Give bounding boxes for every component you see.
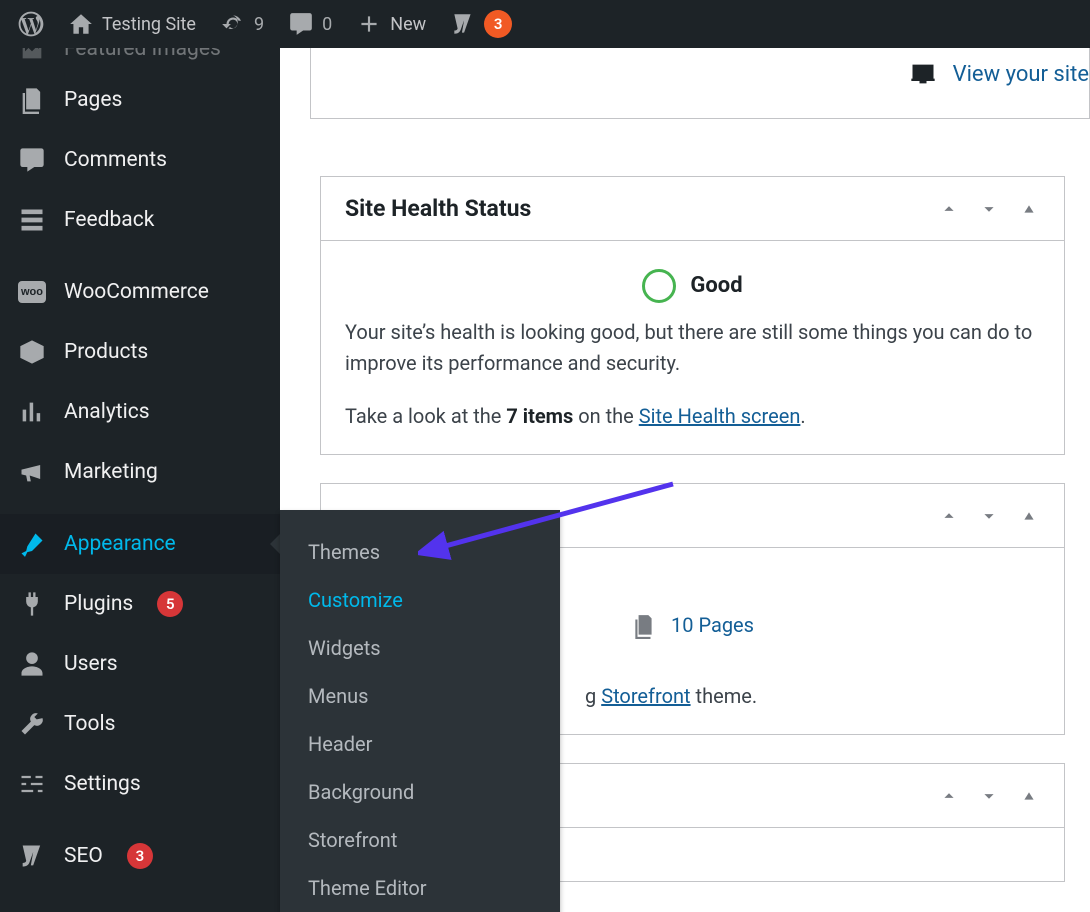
sidebar-item-seo[interactable]: SEO 3: [0, 826, 280, 886]
sidebar-item-marketing[interactable]: Marketing: [0, 442, 280, 502]
woocommerce-icon: woo: [18, 278, 46, 306]
sidebar-label: Settings: [64, 772, 141, 796]
panel-body: Good Your site’s health is looking good,…: [321, 241, 1064, 454]
submenu-widgets[interactable]: Widgets: [280, 624, 560, 672]
pages-icon: [18, 86, 46, 114]
sidebar-label: SEO: [64, 844, 103, 868]
chevron-down-icon[interactable]: [978, 505, 1000, 527]
submenu-menus[interactable]: Menus: [280, 672, 560, 720]
theme-link[interactable]: Storefront: [601, 684, 690, 708]
brush-icon: [18, 530, 46, 558]
sidebar-label: Products: [64, 340, 148, 364]
panel-header[interactable]: Site Health Status: [321, 177, 1064, 241]
triangle-up-icon[interactable]: [1018, 785, 1040, 807]
comments-button[interactable]: 0: [276, 0, 344, 48]
yoast-count: 3: [484, 10, 512, 38]
sidebar-item-woocommerce[interactable]: woo WooCommerce: [0, 262, 280, 322]
site-name: Testing Site: [102, 14, 196, 35]
sidebar-item-settings[interactable]: Settings: [0, 754, 280, 814]
new-content-button[interactable]: New: [344, 0, 438, 48]
form-icon: [18, 206, 46, 234]
site-health-panel: Site Health Status Good Your site’s heal…: [320, 176, 1065, 455]
comments-count: 0: [322, 14, 332, 35]
submenu-storefront[interactable]: Storefront: [280, 816, 560, 864]
submenu-theme-editor[interactable]: Theme Editor: [280, 864, 560, 912]
plugins-count-badge: 5: [157, 591, 183, 617]
megaphone-icon: [18, 458, 46, 486]
plug-icon: [18, 590, 46, 618]
updates-button[interactable]: 9: [208, 0, 276, 48]
sidebar-label: Pages: [64, 88, 122, 112]
sidebar-item-pages[interactable]: Pages: [0, 70, 280, 130]
sidebar-label: Plugins: [64, 592, 133, 616]
admin-sidebar: Featured Images Pages Comments Feedback …: [0, 48, 280, 912]
submenu-customize[interactable]: Customize: [280, 576, 560, 624]
submenu-themes[interactable]: Themes: [280, 528, 560, 576]
plus-icon: [356, 11, 382, 37]
new-label: New: [390, 14, 426, 35]
triangle-up-icon[interactable]: [1018, 505, 1040, 527]
sidebar-item-appearance[interactable]: Appearance: [0, 514, 280, 574]
view-site-link[interactable]: View your site: [953, 62, 1089, 87]
admin-toolbar: Testing Site 9 0 New 3: [0, 0, 1090, 48]
refresh-icon: [220, 11, 246, 37]
site-home-button[interactable]: Testing Site: [56, 0, 208, 48]
sidebar-label: Feedback: [64, 208, 154, 232]
sidebar-separator: [0, 814, 280, 826]
sliders-icon: [18, 770, 46, 798]
sidebar-item-plugins[interactable]: Plugins 5: [0, 574, 280, 634]
health-ring-icon: [642, 269, 676, 303]
wordpress-icon: [18, 11, 44, 37]
chevron-down-icon[interactable]: [978, 785, 1000, 807]
sidebar-item-tools[interactable]: Tools: [0, 694, 280, 754]
health-status: Good: [690, 269, 742, 303]
submenu-background[interactable]: Background: [280, 768, 560, 816]
yoast-button[interactable]: 3: [438, 0, 524, 48]
monitor-icon: [909, 60, 937, 88]
sidebar-separator: [0, 250, 280, 262]
chevron-down-icon[interactable]: [978, 198, 1000, 220]
health-description: Your site’s health is looking good, but …: [345, 317, 1040, 379]
sidebar-label: Users: [64, 652, 118, 676]
chart-icon: [18, 398, 46, 426]
box-icon: [18, 338, 46, 366]
sidebar-separator: [0, 502, 280, 514]
appearance-submenu: Themes Customize Widgets Menus Header Ba…: [280, 510, 560, 912]
yoast-icon: [450, 11, 476, 37]
sidebar-item-analytics[interactable]: Analytics: [0, 382, 280, 442]
yoast-icon: [18, 842, 46, 870]
comment-icon: [288, 11, 314, 37]
panel-title: Site Health Status: [345, 195, 531, 222]
home-icon: [68, 11, 94, 37]
sidebar-item-comments[interactable]: Comments: [0, 130, 280, 190]
wrench-icon: [18, 710, 46, 738]
pages-count-link[interactable]: 10 Pages: [671, 610, 754, 641]
submenu-header[interactable]: Header: [280, 720, 560, 768]
seo-count-badge: 3: [127, 843, 153, 869]
sidebar-label: Analytics: [64, 400, 150, 424]
wp-logo-button[interactable]: [0, 0, 56, 48]
welcome-panel-stub: View your site: [310, 48, 1090, 119]
user-icon: [18, 650, 46, 678]
chevron-up-icon[interactable]: [938, 785, 960, 807]
chevron-up-icon[interactable]: [938, 505, 960, 527]
site-health-link[interactable]: Site Health screen: [639, 404, 801, 428]
sidebar-item-feedback[interactable]: Feedback: [0, 190, 280, 250]
triangle-up-icon[interactable]: [1018, 198, 1040, 220]
sidebar-label: WooCommerce: [64, 280, 209, 304]
sidebar-label: Tools: [64, 712, 115, 736]
chevron-up-icon[interactable]: [938, 198, 960, 220]
sidebar-label: Comments: [64, 148, 167, 172]
sidebar-item-products[interactable]: Products: [0, 322, 280, 382]
sidebar-label: Appearance: [64, 532, 176, 556]
health-cta: Take a look at the 7 items on the Site H…: [345, 401, 1040, 432]
comment-icon: [18, 146, 46, 174]
sidebar-item-users[interactable]: Users: [0, 634, 280, 694]
updates-count: 9: [254, 14, 264, 35]
sidebar-label: Marketing: [64, 460, 158, 484]
pages-icon: [631, 613, 657, 639]
